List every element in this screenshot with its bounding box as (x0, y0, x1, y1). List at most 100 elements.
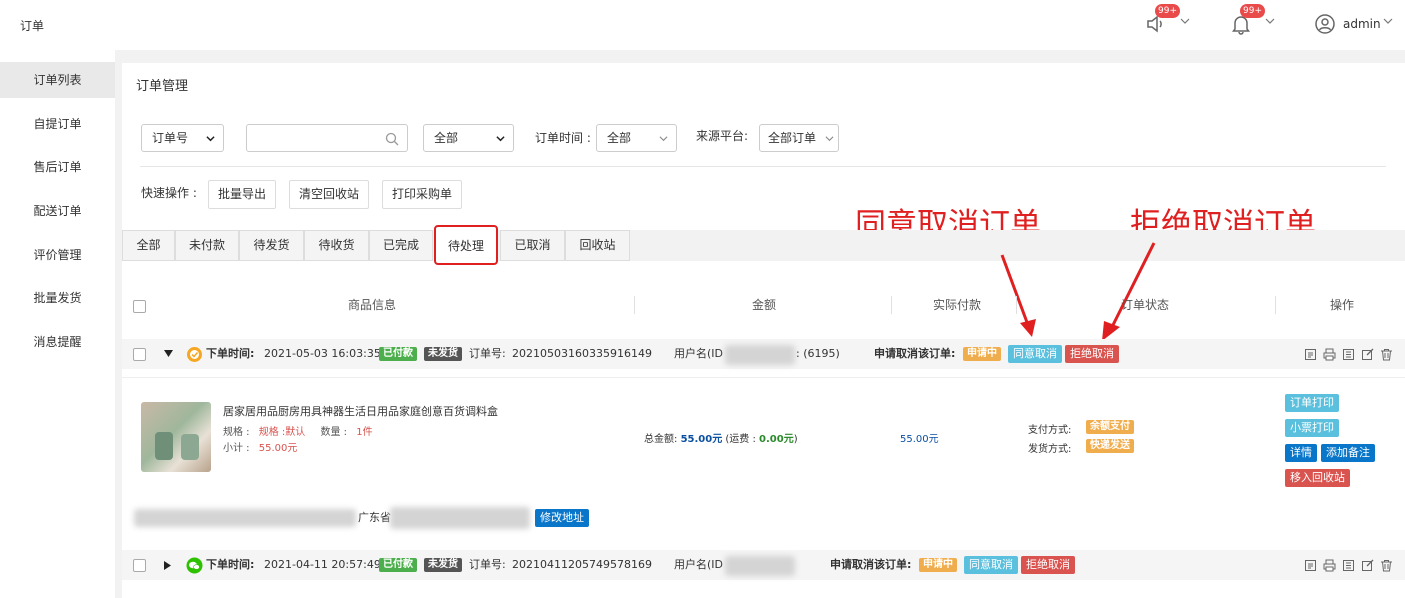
blurred-recipient (134, 509, 356, 527)
header-separator (1275, 296, 1276, 314)
user-label: 用户名(ID (674, 347, 724, 360)
order-time-select[interactable]: 全部 (596, 124, 677, 152)
empty-recycle-bin-button[interactable]: 清空回收站 (289, 180, 370, 209)
platform-value: 全部订单 (768, 131, 817, 145)
subtotal-value: 55.00元 (258, 443, 298, 454)
tab-cancelled[interactable]: 已取消 (500, 230, 565, 261)
order-checkbox[interactable] (133, 559, 146, 572)
panel-title: 订单管理 (136, 79, 189, 94)
blurred-user-id (725, 345, 795, 365)
tab-to-ship[interactable]: 待发货 (239, 230, 304, 261)
cancel-request-label: 申请取消该订单: (830, 558, 912, 571)
select-all-checkbox[interactable] (133, 300, 146, 313)
sidebar-item-delivery-orders[interactable]: 配送订单 (0, 193, 115, 229)
chevron-down-icon (496, 136, 505, 142)
pay-method-label: 支付方式: (1028, 425, 1072, 436)
caret-right-icon[interactable] (164, 561, 172, 570)
chevron-down-icon[interactable] (1383, 16, 1393, 26)
order-no-label: 订单号: (469, 558, 506, 571)
tab-to-receive[interactable]: 待收货 (304, 230, 369, 261)
order-time: 2021-04-11 20:57:49 (264, 558, 381, 571)
spec-value: 规格 :默认 (258, 427, 306, 438)
order-checkbox[interactable] (133, 348, 146, 361)
ship-method-tag: 快递发送 (1086, 439, 1134, 453)
edit-icon[interactable] (1361, 559, 1374, 572)
blurred-address (390, 507, 530, 529)
bell-icon[interactable]: 99+ (1230, 4, 1265, 37)
chevron-down-icon[interactable] (1180, 16, 1190, 26)
order-time-label: 订单时间 : (535, 131, 591, 145)
speaker-icon[interactable]: 99+ (1145, 4, 1180, 37)
order-header-row: 下单时间: 2021-04-11 20:57:49 已付款 未发货 订单号: 2… (122, 550, 1405, 580)
quick-ops-label: 快速操作 : (141, 186, 197, 200)
move-to-recycle-button[interactable]: 移入回收站 (1285, 469, 1350, 487)
search-type-select[interactable]: 订单号 (141, 124, 224, 152)
sidebar-item-batch-ship[interactable]: 批量发货 (0, 280, 115, 316)
sidebar-item-messages[interactable]: 消息提醒 (0, 324, 115, 360)
agree-cancel-button[interactable]: 同意取消 (964, 556, 1018, 574)
batch-export-button[interactable]: 批量导出 (208, 180, 277, 209)
print-receipt-button[interactable]: 小票打印 (1285, 419, 1339, 437)
notes-icon[interactable] (1342, 348, 1355, 361)
page-title: 订单 (20, 19, 45, 33)
address-prefix: 广东省 (358, 511, 391, 524)
col-product-info: 商品信息 (347, 298, 396, 312)
notes-icon[interactable] (1342, 559, 1355, 572)
col-actions: 操作 (1329, 298, 1354, 312)
wechat-icon (186, 557, 203, 574)
search-input[interactable] (246, 124, 408, 152)
trash-icon[interactable] (1380, 348, 1393, 361)
order-header-row: 下单时间: 2021-05-03 16:03:35 已付款 未发货 订单号: 2… (122, 339, 1405, 369)
print-order-button[interactable]: 订单打印 (1285, 394, 1339, 412)
platform-label: 来源平台: (696, 129, 749, 143)
user-menu[interactable] (1314, 13, 1336, 38)
tab-recycle-bin[interactable]: 回收站 (565, 230, 630, 261)
order-body: 居家居用品厨房用具神器生活日用品家庭创意百货调料盒 规格 : 规格 :默认 数量… (122, 377, 1405, 495)
header-separator (1016, 296, 1017, 314)
reject-cancel-button[interactable]: 拒绝取消 (1065, 345, 1119, 363)
trash-icon[interactable] (1380, 559, 1393, 572)
details-button[interactable]: 详情 (1285, 444, 1317, 462)
sidebar-item-aftersale-orders[interactable]: 售后订单 (0, 149, 115, 185)
unshipped-tag: 未发货 (424, 347, 462, 361)
edit-icon[interactable] (1361, 348, 1374, 361)
sidebar-item-reviews[interactable]: 评价管理 (0, 237, 115, 273)
search-icon[interactable] (385, 132, 399, 146)
product-thumbnail[interactable] (141, 402, 211, 472)
reject-cancel-button[interactable]: 拒绝取消 (1021, 556, 1075, 574)
document-icon[interactable] (1304, 559, 1317, 572)
tab-completed[interactable]: 已完成 (369, 230, 433, 261)
order-source-icon (187, 347, 202, 362)
user-name[interactable]: admin (1343, 17, 1381, 31)
status-tabs: 全部 未付款 待发货 待收货 已完成 待处理 已取消 回收站 (122, 225, 1405, 265)
filter-divider (140, 166, 1386, 167)
document-icon[interactable] (1304, 348, 1317, 361)
status-select[interactable]: 全部 (423, 124, 514, 152)
sidebar-item-pickup-orders[interactable]: 自提订单 (0, 106, 115, 142)
chevron-down-icon[interactable] (1265, 16, 1275, 26)
product-name[interactable]: 居家居用品厨房用具神器生活日用品家庭创意百货调料盒 (223, 403, 498, 419)
add-note-button[interactable]: 添加备注 (1321, 444, 1375, 462)
col-amount: 金额 (751, 298, 776, 312)
user-icon (1315, 14, 1335, 34)
notice-badge: 99+ (1155, 4, 1180, 18)
printer-icon[interactable] (1323, 348, 1336, 361)
printer-icon[interactable] (1323, 559, 1336, 572)
print-purchase-button[interactable]: 打印采购单 (382, 180, 463, 209)
tab-unpaid[interactable]: 未付款 (175, 230, 239, 261)
sidebar-item-order-list[interactable]: 订单列表 (0, 62, 115, 98)
agree-cancel-button[interactable]: 同意取消 (1008, 345, 1062, 363)
order-time-value: 全部 (607, 131, 632, 145)
tab-pending[interactable]: 待处理 (434, 225, 498, 265)
platform-select[interactable]: 全部订单 (759, 124, 839, 152)
col-paid: 实际付款 (932, 298, 981, 312)
order-no: 20210503160335916149 (512, 347, 652, 360)
qty-value: 1件 (356, 427, 373, 438)
subtotal-label: 小计 : (223, 443, 250, 454)
caret-down-icon[interactable] (164, 350, 173, 358)
tab-all[interactable]: 全部 (122, 230, 175, 261)
paid-tag: 已付款 (379, 558, 417, 572)
edit-address-button[interactable]: 修改地址 (535, 509, 589, 527)
order-time-label: 下单时间: (206, 558, 255, 571)
total-label: 总金额: (644, 434, 678, 445)
